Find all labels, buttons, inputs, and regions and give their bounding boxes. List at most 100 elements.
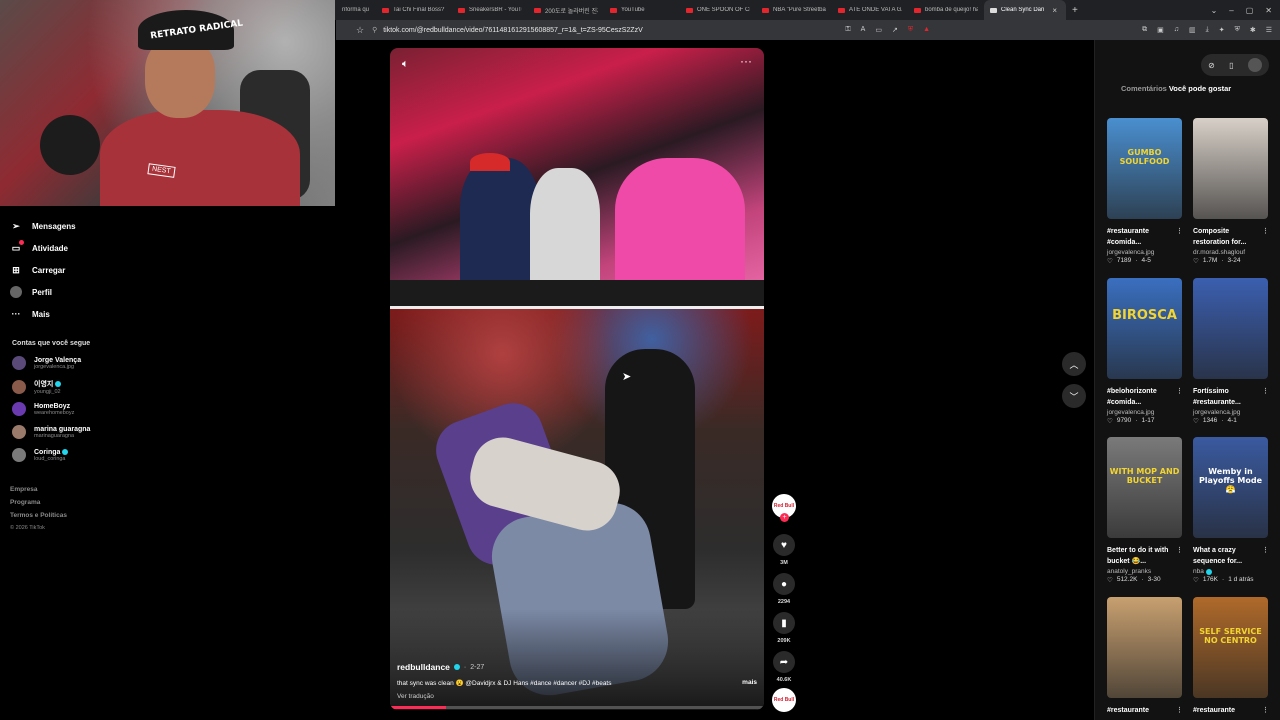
download-icon[interactable]: ⤓: [1206, 26, 1209, 34]
browser-tab[interactable]: bomba de queijo! ham: [908, 0, 984, 20]
new-tab-icon[interactable]: +: [1066, 5, 1084, 16]
tab-comments[interactable]: Comentários: [1121, 84, 1167, 93]
video-thumbnail[interactable]: [1193, 118, 1268, 219]
card-more-icon[interactable]: ⋮: [1262, 386, 1269, 397]
minimize-icon[interactable]: –: [1229, 6, 1233, 15]
share-icon[interactable]: ↗: [892, 26, 898, 34]
heart-icon[interactable]: ♥: [773, 534, 795, 556]
video-thumbnail[interactable]: Wemby in Playoffs Mode 😤: [1193, 437, 1268, 538]
video-thumbnail[interactable]: BIROSCA: [1107, 278, 1182, 379]
video-thumbnail[interactable]: [1107, 597, 1182, 698]
avatar[interactable]: [1247, 58, 1262, 72]
translate-icon[interactable]: A: [861, 26, 866, 34]
sidebar-item-activity[interactable]: ▭ Atividade: [10, 240, 68, 254]
puzzle-icon[interactable]: ✱: [1250, 26, 1256, 34]
browser-tab[interactable]: ATÉ ONDE VAI A GANÂ: [832, 0, 908, 20]
browser-tab[interactable]: SneakersBR - YouTube: [452, 0, 528, 20]
brave-shield-icon[interactable]: ⛨: [908, 26, 913, 34]
followed-account[interactable]: marina guaragna marinaguaragna: [12, 425, 90, 439]
card-more-icon[interactable]: ⋮: [1176, 386, 1183, 397]
more-button[interactable]: mais: [742, 679, 757, 687]
card-more-icon[interactable]: ⋮: [1262, 226, 1269, 237]
recommendation-card[interactable]: Fortíssimo #restaurante... ⋮ jorgevalenca.…: [1193, 278, 1269, 425]
recommendation-card[interactable]: #restaurante ⋮: [1107, 597, 1183, 720]
card-more-icon[interactable]: ⋮: [1262, 545, 1269, 556]
share-action[interactable]: ➦ 40.6K: [770, 651, 798, 683]
browser-tab[interactable]: Tai Chi Final Boss? Push: [376, 0, 452, 20]
card-author[interactable]: dr.morad.shaglouf: [1193, 249, 1245, 256]
video-thumbnail[interactable]: SELF SERVICE NO CENTRO: [1193, 597, 1268, 698]
key-icon[interactable]: ⚿: [845, 26, 850, 34]
sidebar-toggle-icon[interactable]: ▥: [1189, 26, 1196, 34]
volume-icon[interactable]: 🔈︎: [402, 58, 409, 71]
recommendation-card[interactable]: WITH MOP AND BUCKET Better to do it with …: [1107, 437, 1183, 584]
card-author[interactable]: nba: [1193, 568, 1204, 575]
video-thumbnail[interactable]: [1193, 278, 1268, 379]
follow-plus-icon[interactable]: +: [780, 513, 789, 522]
footer-link-terms[interactable]: Termos e Políticas: [10, 512, 67, 519]
tab-close-icon[interactable]: ×: [1052, 6, 1057, 15]
video-author[interactable]: redbulldance: [397, 662, 450, 672]
bookmark-icon[interactable]: ☆: [356, 25, 364, 36]
sidebar-item-messages[interactable]: ➢ Mensagens: [10, 220, 75, 232]
phone-icon[interactable]: ▯: [1229, 61, 1233, 70]
card-more-icon[interactable]: ⋮: [1262, 705, 1269, 716]
followed-account[interactable]: 이영지 youngji_02: [12, 379, 62, 395]
comment-icon[interactable]: ●: [773, 573, 795, 595]
card-more-icon[interactable]: ⋮: [1176, 226, 1183, 237]
video-more-icon[interactable]: ···: [740, 54, 752, 68]
target-icon[interactable]: ⊘: [1208, 61, 1215, 70]
followed-account[interactable]: Jorge Valença jorgevalenca.jpg: [12, 356, 81, 370]
recommendation-card[interactable]: GUMBO SOULFOOD #restaurante #comida... ⋮ jo…: [1107, 118, 1183, 265]
card-more-icon[interactable]: ⋮: [1176, 705, 1183, 716]
save-action[interactable]: ▮ 209K: [770, 612, 798, 644]
bookmark-icon[interactable]: ▮: [773, 612, 795, 634]
music-icon[interactable]: ♫: [1174, 26, 1179, 34]
footer-link-company[interactable]: Empresa: [10, 486, 67, 493]
tab-you-may-like[interactable]: Você pode gostar: [1169, 84, 1231, 93]
browser-tab[interactable]: YouTube: [604, 0, 680, 20]
vpn-icon[interactable]: ⛨: [1235, 26, 1240, 34]
translate-link[interactable]: Ver tradução: [397, 693, 757, 700]
previous-video-button[interactable]: ︿: [1062, 352, 1086, 376]
leo-icon[interactable]: ✦: [1219, 26, 1225, 34]
sidebar-item-profile[interactable]: Perfil: [10, 286, 52, 298]
browser-tab[interactable]: nforma qu: [336, 0, 376, 20]
footer-link-program[interactable]: Programa: [10, 499, 67, 506]
recommendation-card[interactable]: BIROSCA #belohorizonte #comida... ⋮ jorgeva…: [1107, 278, 1183, 425]
browser-tab[interactable]: Clean Sync Dan ×: [984, 0, 1066, 20]
window-close-icon[interactable]: ✕: [1265, 6, 1272, 15]
like-action[interactable]: ♥ 3M: [770, 534, 798, 566]
maximize-icon[interactable]: ▢: [1246, 6, 1254, 15]
sidebar-item-more[interactable]: ··· Mais: [10, 308, 50, 320]
rewards-icon[interactable]: ▲: [923, 26, 930, 34]
video-thumbnail[interactable]: GUMBO SOULFOOD: [1107, 118, 1182, 219]
card-author[interactable]: anatoly_pranks: [1107, 568, 1151, 575]
browser-tab[interactable]: NBA "Pure Streetball": [756, 0, 832, 20]
extension-icon[interactable]: ⧉: [1142, 26, 1147, 34]
sound-avatar[interactable]: Red Bull: [772, 688, 796, 712]
card-author[interactable]: jorgevalenca.jpg: [1193, 409, 1240, 416]
card-more-icon[interactable]: ⋮: [1176, 545, 1183, 556]
video-progress-bar[interactable]: [390, 706, 764, 709]
menu-icon[interactable]: ☰: [1266, 26, 1272, 34]
card-author[interactable]: jorgevalenca.jpg: [1107, 249, 1154, 256]
tab-search-icon[interactable]: ⌄: [1211, 6, 1218, 15]
share-arrow-icon[interactable]: ➦: [773, 651, 795, 673]
comment-action[interactable]: ● 2294: [770, 573, 798, 605]
video-thumbnail[interactable]: WITH MOP AND BUCKET: [1107, 437, 1182, 538]
recommendation-card[interactable]: Composite restoration for... ⋮ dr.morad.sh…: [1193, 118, 1269, 265]
site-info-icon[interactable]: ⚲: [372, 26, 377, 34]
address-bar[interactable]: ⚲ tiktok.com/@redbulldance/video/7611481…: [372, 26, 643, 35]
recommendation-card[interactable]: SELF SERVICE NO CENTRO #restaurante ⋮: [1193, 597, 1269, 720]
followed-account[interactable]: Coringa loud_coringa: [12, 448, 69, 462]
sidebar-item-upload[interactable]: ⊞ Carregar: [10, 264, 65, 276]
author-avatar[interactable]: Red Bull +: [772, 494, 796, 522]
recommendation-card[interactable]: Wemby in Playoffs Mode 😤 What a crazy seq…: [1193, 437, 1269, 584]
cast-icon[interactable]: ▭: [875, 26, 882, 34]
wallet-icon[interactable]: ▣: [1157, 26, 1164, 34]
next-video-button[interactable]: ﹀: [1062, 384, 1086, 408]
card-author[interactable]: jorgevalenca.jpg: [1107, 409, 1154, 416]
video-player[interactable]: 🔈︎ ··· ➤ redbulldance · 2-27 that sync w…: [390, 48, 764, 710]
browser-tab[interactable]: 200도로 놀라버린 진짜: [528, 0, 604, 20]
